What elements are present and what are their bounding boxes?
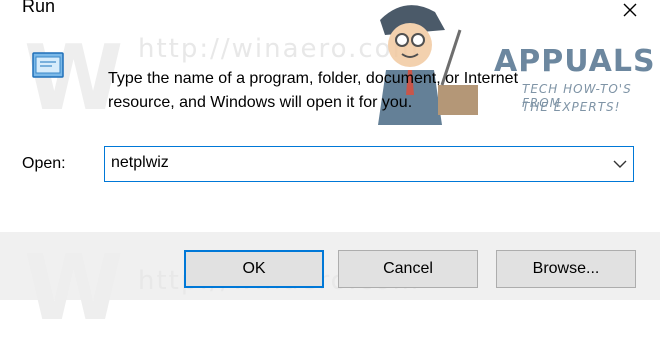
description-line-1: Type the name of a program, folder, docu… [108, 70, 519, 87]
run-icon [32, 52, 64, 78]
open-input[interactable]: netplwiz [111, 154, 169, 172]
open-combobox[interactable]: netplwiz [104, 146, 634, 182]
close-button[interactable] [616, 0, 644, 22]
close-icon [623, 3, 637, 17]
open-label: Open: [22, 155, 66, 172]
window-title: Run [22, 0, 56, 16]
appuals-tagline-2: THE EXPERTS! [522, 100, 621, 114]
title-bar: Run [0, 0, 660, 26]
watermark-w-icon: W [24, 236, 124, 341]
ok-button[interactable]: OK [184, 250, 324, 288]
description-line-2: resource, and Windows will open it for y… [108, 94, 413, 111]
cancel-button[interactable]: Cancel [338, 250, 478, 288]
chevron-down-icon[interactable] [613, 159, 627, 169]
description: Type the name of a program, folder, docu… [108, 67, 528, 115]
browse-button[interactable]: Browse... [496, 250, 636, 288]
